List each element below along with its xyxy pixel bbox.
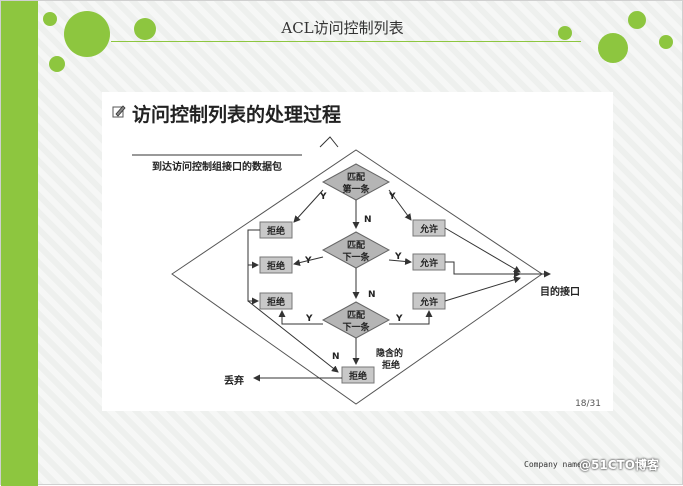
svg-text:允许: 允许 — [419, 257, 438, 269]
title-divider — [111, 41, 581, 42]
entry-label: 到达访问控制组接口的数据包 — [152, 160, 282, 173]
acl-flowchart: 到达访问控制组接口的数据包 匹配 第一条 匹配 下一条 匹配 下一条 拒绝 拒绝… — [132, 136, 580, 405]
yes-label: Y — [394, 252, 402, 262]
svg-text:允许: 允许 — [419, 223, 438, 235]
implicit-deny-line1: 隐含的 — [376, 347, 403, 359]
yes-label: Y — [319, 192, 327, 202]
decision-match-3: 匹配 下一条 — [321, 301, 391, 339]
svg-text:拒绝: 拒绝 — [349, 370, 367, 382]
watermark: @51CTO博客 — [579, 458, 659, 472]
yes-label: Y — [305, 314, 313, 324]
match1-line1: 匹配 — [347, 172, 365, 183]
permit-box-2: 允许 — [412, 253, 446, 271]
match2-line1: 匹配 — [347, 240, 365, 251]
yes-label: Y — [304, 256, 312, 266]
svg-text:拒绝: 拒绝 — [267, 225, 285, 237]
deny-box-implicit: 拒绝 — [341, 366, 375, 384]
page-number: 18/31 — [575, 399, 601, 409]
deny-box-1: 拒绝 — [259, 221, 293, 239]
no-label: N — [368, 290, 376, 300]
svg-text:允许: 允许 — [419, 296, 438, 308]
svg-text:拒绝: 拒绝 — [267, 260, 285, 272]
deny-box-2: 拒绝 — [259, 256, 293, 274]
yes-label: Y — [388, 192, 396, 202]
slide: ACL访问控制列表 访问控制列表的处理过程 到达访问控制组接口的数据包 匹配 第… — [0, 0, 683, 486]
yes-label: Y — [395, 314, 403, 324]
decision-match-1: 匹配 第一条 — [321, 163, 391, 201]
destination-label: 目的接口 — [540, 285, 580, 298]
svg-text:拒绝: 拒绝 — [267, 296, 285, 308]
content-panel: 访问控制列表的处理过程 到达访问控制组接口的数据包 匹配 第一条 匹配 下一条 … — [102, 92, 613, 411]
left-accent-bar — [1, 1, 38, 486]
no-label: N — [332, 352, 340, 362]
footer-company: Company name — [524, 460, 582, 469]
decision-match-2: 匹配 下一条 — [321, 231, 391, 269]
slide-title: ACL访问控制列表 — [281, 19, 404, 37]
match3-line1: 匹配 — [347, 310, 365, 321]
no-label: N — [364, 215, 372, 225]
entry-hook — [319, 136, 339, 148]
discard-label: 丢弃 — [224, 374, 244, 387]
match2-line2: 下一条 — [342, 251, 370, 263]
permit-box-3: 允许 — [412, 292, 446, 310]
permit-box-1: 允许 — [412, 219, 446, 237]
match1-line2: 第一条 — [342, 183, 370, 195]
deny-box-3: 拒绝 — [259, 292, 293, 310]
decor-circle — [49, 56, 65, 72]
match3-line2: 下一条 — [342, 321, 370, 333]
implicit-deny-line2: 拒绝 — [382, 359, 400, 371]
